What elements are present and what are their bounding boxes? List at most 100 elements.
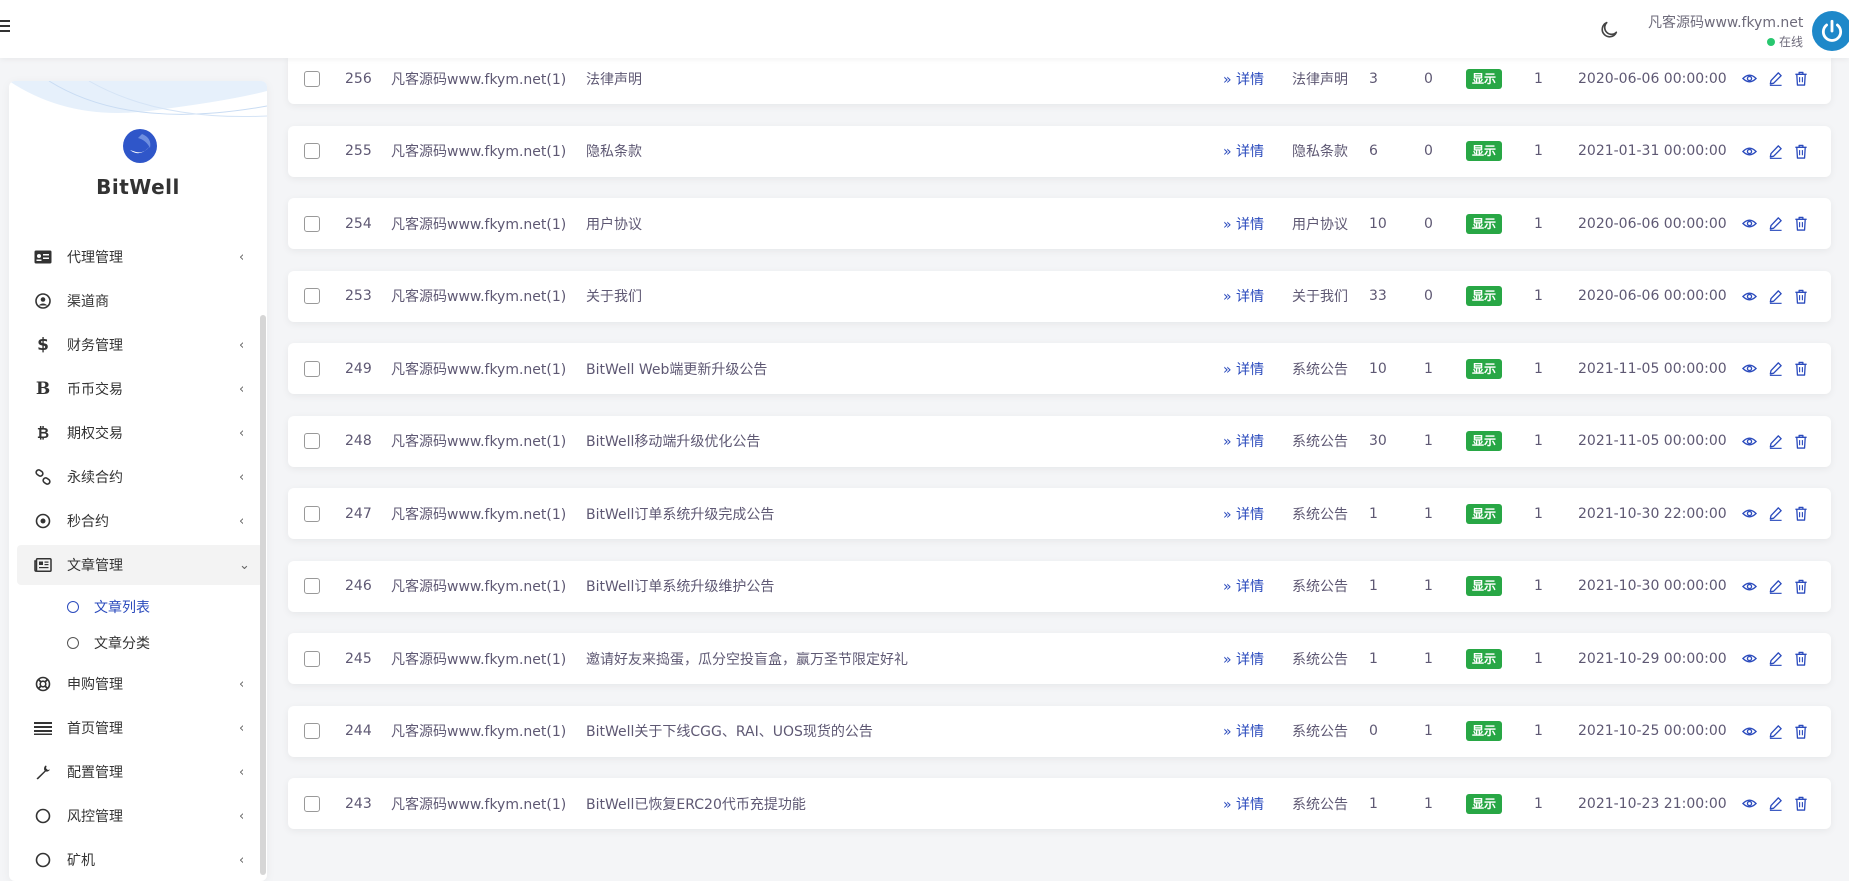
table-row[interactable]: 245 凡客源码www.fkym.net(1) 邀请好友来捣蛋，瓜分空投盲盒，赢… [288, 633, 1831, 684]
eye-icon[interactable] [1741, 361, 1757, 377]
table-row[interactable]: 248 凡客源码www.fkym.net(1) BitWell移动端升级优化公告… [288, 415, 1831, 467]
table-row[interactable]: 255 凡客源码www.fkym.net(1) 隐私条款 » 详情 隐私条款 6… [288, 125, 1831, 177]
eye-icon[interactable] [1741, 723, 1757, 739]
detail-link[interactable]: » 详情 [1223, 633, 1264, 684]
status-badge[interactable]: 显示 [1466, 198, 1503, 249]
row-checkbox[interactable] [304, 778, 320, 829]
status-badge[interactable]: 显示 [1466, 633, 1503, 684]
bitwell-logo[interactable] [122, 128, 158, 164]
edit-icon[interactable] [1767, 578, 1783, 594]
edit-icon[interactable] [1767, 288, 1783, 304]
edit-icon[interactable] [1767, 71, 1783, 87]
moon-icon[interactable] [1598, 19, 1620, 41]
detail-link[interactable]: » 详情 [1223, 343, 1264, 394]
sidebar-item-agent[interactable]: 代理管理 ‹ [17, 237, 263, 277]
edit-icon[interactable] [1767, 796, 1783, 812]
eye-icon[interactable] [1741, 651, 1757, 667]
trash-icon[interactable] [1793, 723, 1809, 739]
row-checkbox[interactable] [304, 561, 320, 612]
sidebar-item-homepage[interactable]: 首页管理 ‹ [17, 708, 263, 748]
trash-icon[interactable] [1793, 651, 1809, 667]
badge-label: 显示 [1466, 213, 1503, 234]
menu-icon[interactable] [0, 20, 12, 34]
sidebar-item-articles[interactable]: 文章管理 ⌄ [17, 545, 263, 585]
eye-icon[interactable] [1741, 71, 1757, 87]
trash-icon[interactable] [1793, 433, 1809, 449]
detail-link[interactable]: » 详情 [1223, 488, 1264, 539]
sidebar-item-subscription[interactable]: 申购管理 ‹ [17, 664, 263, 704]
row-checkbox[interactable] [304, 343, 320, 394]
table-row[interactable]: 249 凡客源码www.fkym.net(1) BitWell Web端更新升级… [288, 343, 1831, 394]
sidebar-item-config[interactable]: 配置管理 ‹ [17, 752, 263, 792]
status-badge[interactable]: 显示 [1466, 126, 1503, 177]
row-checkbox[interactable] [304, 416, 320, 467]
status-badge[interactable]: 显示 [1466, 343, 1503, 394]
table-row[interactable]: 256 凡客源码www.fkym.net(1) 法律声明 » 详情 法律声明 3… [288, 53, 1831, 104]
eye-icon[interactable] [1741, 143, 1757, 159]
edit-icon[interactable] [1767, 361, 1783, 377]
trash-icon[interactable] [1793, 506, 1809, 522]
sidebar-item-channel[interactable]: 渠道商 [17, 281, 263, 321]
detail-link[interactable]: » 详情 [1223, 198, 1264, 249]
row-checkbox[interactable] [304, 706, 320, 757]
edit-icon[interactable] [1767, 651, 1783, 667]
eye-icon[interactable] [1741, 578, 1757, 594]
sidebar-subitem-article-category[interactable]: 文章分类 [67, 629, 150, 657]
edit-icon[interactable] [1767, 506, 1783, 522]
sidebar-item-risk[interactable]: 风控管理 ‹ [17, 796, 263, 836]
table-row[interactable]: 254 凡客源码www.fkym.net(1) 用户协议 » 详情 用户协议 1… [288, 198, 1831, 249]
edit-icon[interactable] [1767, 216, 1783, 232]
detail-link[interactable]: » 详情 [1223, 778, 1264, 829]
status-badge[interactable]: 显示 [1466, 778, 1503, 829]
detail-link[interactable]: » 详情 [1223, 53, 1264, 104]
detail-link[interactable]: » 详情 [1223, 561, 1264, 612]
detail-link[interactable]: » 详情 [1223, 271, 1264, 322]
row-checkbox[interactable] [304, 53, 320, 104]
trash-icon[interactable] [1793, 143, 1809, 159]
sidebar-item-finance[interactable]: $ 财务管理 ‹ [17, 325, 263, 365]
status-badge[interactable]: 显示 [1466, 271, 1503, 322]
table-row[interactable]: 246 凡客源码www.fkym.net(1) BitWell订单系统升级维护公… [288, 560, 1831, 612]
edit-icon[interactable] [1767, 723, 1783, 739]
edit-icon[interactable] [1767, 143, 1783, 159]
table-row[interactable]: 243 凡客源码www.fkym.net(1) BitWell已恢复ERC20代… [288, 778, 1831, 829]
trash-icon[interactable] [1793, 361, 1809, 377]
sidebar-subitem-article-list[interactable]: 文章列表 [67, 593, 150, 621]
status-badge[interactable]: 显示 [1466, 488, 1503, 539]
row-checkbox[interactable] [304, 633, 320, 684]
edit-icon[interactable] [1767, 433, 1783, 449]
trash-icon[interactable] [1793, 578, 1809, 594]
detail-link[interactable]: » 详情 [1223, 416, 1264, 467]
row-checkbox[interactable] [304, 126, 320, 177]
trash-icon[interactable] [1793, 288, 1809, 304]
eye-icon[interactable] [1741, 216, 1757, 232]
sidebar-item-miner[interactable]: 矿机 ‹ [17, 840, 263, 880]
detail-link[interactable]: » 详情 [1223, 706, 1264, 757]
row-checkbox[interactable] [304, 271, 320, 322]
cell-author: 凡客源码www.fkym.net(1) [391, 434, 567, 450]
status-badge[interactable]: 显示 [1466, 53, 1503, 104]
sidebar-item-options[interactable]: ₿ 期权交易 ‹ [17, 413, 263, 453]
status-badge[interactable]: 显示 [1466, 706, 1503, 757]
trash-icon[interactable] [1793, 71, 1809, 87]
sidebar-item-perpetual[interactable]: 永续合约 ‹ [17, 457, 263, 497]
row-checkbox[interactable] [304, 198, 320, 249]
sidebar-item-spot[interactable]: B 币币交易 ‹ [17, 369, 263, 409]
eye-icon[interactable] [1741, 506, 1757, 522]
sidebar-scrollbar[interactable] [260, 315, 266, 875]
row-checkbox[interactable] [304, 488, 320, 539]
eye-icon[interactable] [1741, 288, 1757, 304]
trash-icon[interactable] [1793, 216, 1809, 232]
table-row[interactable]: 244 凡客源码www.fkym.net(1) BitWell关于下线CGG、R… [288, 705, 1831, 757]
user-name[interactable]: 凡客源码www.fkym.net [1648, 12, 1803, 32]
eye-icon[interactable] [1741, 433, 1757, 449]
status-badge[interactable]: 显示 [1466, 416, 1503, 467]
table-row[interactable]: 247 凡客源码www.fkym.net(1) BitWell订单系统升级完成公… [288, 488, 1831, 539]
status-badge[interactable]: 显示 [1466, 561, 1503, 612]
detail-link[interactable]: » 详情 [1223, 126, 1264, 177]
eye-icon[interactable] [1741, 796, 1757, 812]
avatar[interactable] [1812, 11, 1849, 51]
trash-icon[interactable] [1793, 796, 1809, 812]
table-row[interactable]: 253 凡客源码www.fkym.net(1) 关于我们 » 详情 关于我们 3… [288, 270, 1831, 322]
sidebar-item-seconds[interactable]: 秒合约 ‹ [17, 501, 263, 541]
